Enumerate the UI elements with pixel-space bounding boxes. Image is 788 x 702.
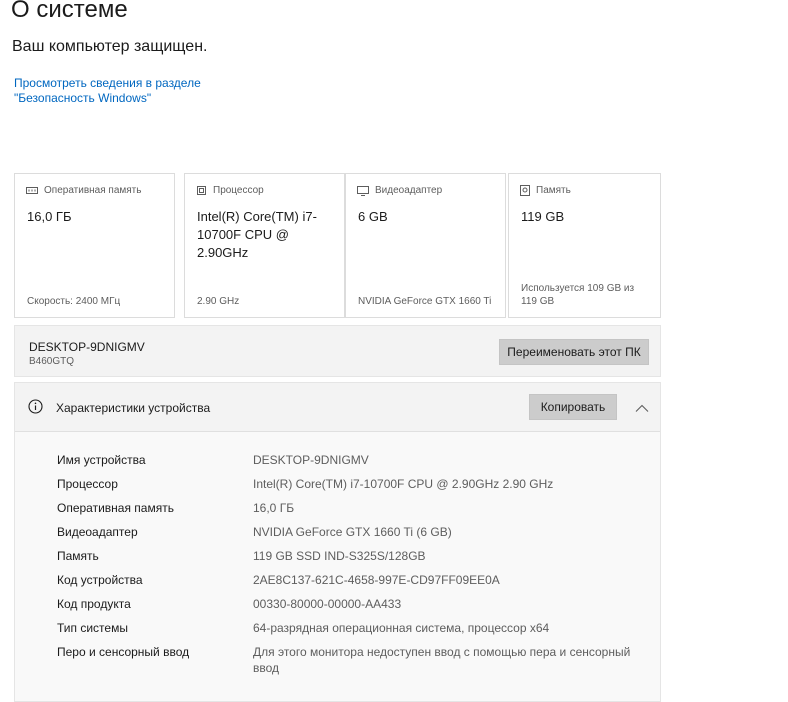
spec-key: Имя устройства <box>57 453 146 467</box>
storage-card-header: Память <box>520 185 571 196</box>
spec-value: 119 GB SSD IND-S325S/128GB <box>253 549 426 563</box>
spec-key: Тип системы <box>57 621 128 635</box>
device-specifications-panel: Характеристики устройства Копировать Имя… <box>14 382 661 702</box>
device-specifications-list: Имя устройства DESKTOP-9DNIGMV Процессор… <box>15 432 660 701</box>
storage-card-value: 119 GB <box>521 209 565 224</box>
rename-pc-button[interactable]: Переименовать этот ПК <box>499 339 649 365</box>
gpu-card-detail: NVIDIA GeForce GTX 1660 Ti <box>358 296 492 307</box>
processor-card-label: Процессор <box>213 185 264 196</box>
gpu-card-value: 6 GB <box>358 209 388 224</box>
pc-name-bar: DESKTOP-9DNIGMV B460GTQ Переименовать эт… <box>14 325 661 377</box>
memory-chip-icon <box>26 186 38 195</box>
spec-value: 16,0 ГБ <box>253 501 295 515</box>
spec-key: Процессор <box>57 477 118 491</box>
page-title: О системе <box>11 0 128 23</box>
storage-card-label: Память <box>536 185 571 196</box>
spec-key: Память <box>57 549 99 563</box>
ram-card-header: Оперативная память <box>26 185 141 196</box>
spec-key: Видеоадаптер <box>57 525 138 539</box>
storage-drive-icon <box>520 185 530 196</box>
spec-value: DESKTOP-9DNIGMV <box>253 453 369 467</box>
spec-key: Оперативная память <box>57 501 174 515</box>
spec-value: NVIDIA GeForce GTX 1660 Ti (6 GB) <box>253 525 452 539</box>
info-icon <box>28 399 43 419</box>
spec-value: Для этого монитора недоступен ввод с пом… <box>253 645 631 675</box>
copy-button[interactable]: Копировать <box>529 394 617 420</box>
gpu-card-header: Видеоадаптер <box>357 185 442 196</box>
ram-card: Оперативная память 16,0 ГБ Скорость: 240… <box>14 173 175 318</box>
ram-card-value: 16,0 ГБ <box>27 209 72 224</box>
spec-value: 64-разрядная операционная система, проце… <box>253 621 550 635</box>
spec-value: 2AE8C137-621C-4658-997E-CD97FF09EE0A <box>253 573 500 587</box>
security-details-link[interactable]: Просмотреть сведения в разделе "Безопасн… <box>14 76 284 106</box>
processor-card-header: Процессор <box>196 185 264 196</box>
storage-card-detail: Используется 109 GB из 119 GB <box>521 283 635 307</box>
device-specifications-header[interactable]: Характеристики устройства Копировать <box>15 383 660 432</box>
gpu-card: Видеоадаптер 6 GB NVIDIA GeForce GTX 166… <box>345 173 506 318</box>
pc-model: B460GTQ <box>29 356 75 367</box>
protection-status: Ваш компьютер защищен. <box>12 38 208 55</box>
spec-key: Перо и сенсорный ввод <box>57 645 190 659</box>
processor-card: Процессор Intel(R) Core(TM) i7-10700F CP… <box>184 173 345 318</box>
ram-card-label: Оперативная память <box>44 185 142 196</box>
storage-card: Память 119 GB Используется 109 GB из 119… <box>508 173 661 318</box>
spec-key: Код продукта <box>57 597 131 611</box>
spec-key: Код устройства <box>57 573 143 587</box>
pc-name: DESKTOP-9DNIGMV <box>29 340 145 354</box>
processor-card-value: Intel(R) Core(TM) i7-10700F CPU @ 2.90GH… <box>197 209 317 260</box>
processor-card-detail: 2.90 GHz <box>197 296 240 307</box>
chevron-up-icon[interactable] <box>635 400 649 418</box>
gpu-card-label: Видеоадаптер <box>375 185 443 196</box>
device-specifications-title: Характеристики устройства <box>56 401 211 415</box>
display-adapter-icon <box>357 185 369 196</box>
ram-card-detail: Скорость: 2400 МГц <box>27 296 121 307</box>
spec-value: Intel(R) Core(TM) i7-10700F CPU @ 2.90GH… <box>253 477 554 491</box>
spec-value: 00330-80000-00000-AA433 <box>253 597 402 611</box>
processor-icon <box>196 185 207 196</box>
